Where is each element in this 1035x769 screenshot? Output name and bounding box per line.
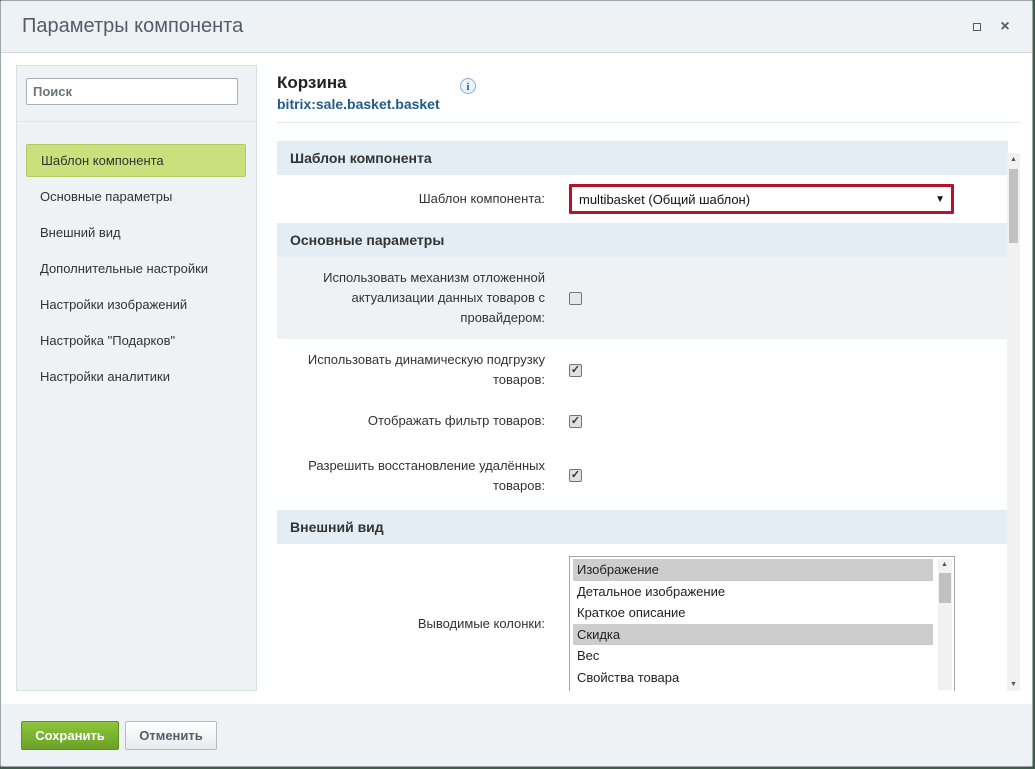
field-label: Шаблон компонента: xyxy=(418,191,545,206)
content-scrollbar[interactable]: ▲ ▼ xyxy=(1007,153,1020,691)
sidebar-item-analytics[interactable]: Настройки аналитики xyxy=(26,360,246,393)
list-option-detail-image[interactable]: Детальное изображение xyxy=(573,581,933,603)
chevron-down-icon: ▼ xyxy=(935,193,945,205)
save-button[interactable]: Сохранить xyxy=(21,721,119,750)
show-filter-checkbox[interactable]: ✓ xyxy=(569,414,582,428)
header-divider xyxy=(277,122,1020,123)
sidebar-item-additional[interactable]: Дополнительные настройки xyxy=(26,252,246,285)
listbox-scroll-thumb[interactable] xyxy=(939,573,951,603)
sidebar-item-appearance[interactable]: Внешний вид xyxy=(26,216,246,249)
section-header-template: Шаблон компонента xyxy=(277,141,1008,175)
sidebar-item-gifts[interactable]: Настройка "Подарков" xyxy=(26,324,246,357)
close-icon: × xyxy=(1000,18,1010,35)
dialog-title: Параметры компонента xyxy=(22,15,244,37)
field-label: Отображать фильтр товаров: xyxy=(367,413,545,428)
section-header-appearance: Внешний вид xyxy=(277,510,1008,544)
restore-deleted-checkbox[interactable]: ✓ xyxy=(569,469,582,482)
list-option-image[interactable]: Изображение xyxy=(573,559,933,581)
check-icon: ✓ xyxy=(570,469,581,481)
sidebar-nav: Шаблон компонента Основные параметры Вне… xyxy=(26,144,246,396)
field-label: Использовать динамическую подгрузку това… xyxy=(307,352,545,387)
select-value: multibasket (Общий шаблон) xyxy=(579,191,751,207)
dialog-titlebar: Параметры компонента × xyxy=(1,1,1032,53)
field-row-deferred-update: Использовать механизм отложенной актуали… xyxy=(277,257,1008,339)
sidebar-divider xyxy=(17,121,256,122)
component-settings-dialog: Параметры компонента × Шаблон компонента… xyxy=(0,0,1033,767)
maximize-icon xyxy=(973,23,981,31)
field-row-dynamic-load: Использовать динамическую подгрузку това… xyxy=(277,339,1008,401)
content-scroll-thumb[interactable] xyxy=(1009,169,1018,243)
scroll-up-icon: ▲ xyxy=(941,561,948,568)
dialog-footer: Сохранить Отменить xyxy=(1,704,1032,766)
scroll-down-icon: ▼ xyxy=(1010,681,1017,688)
dynamic-load-checkbox[interactable]: ✓ xyxy=(569,363,582,377)
field-label: Использовать механизм отложенной актуали… xyxy=(323,270,545,325)
field-row-show-filter: Отображать фильтр товаров: ✓ xyxy=(277,401,1008,441)
scroll-up-icon: ▲ xyxy=(1010,156,1017,163)
field-row-template: Шаблон компонента: multibasket (Общий ша… xyxy=(277,175,1008,223)
maximize-button[interactable] xyxy=(969,19,985,35)
close-button[interactable]: × xyxy=(997,19,1013,35)
deferred-update-checkbox[interactable] xyxy=(569,291,582,305)
settings-form: Шаблон компонента Шаблон компонента: mul… xyxy=(277,141,1008,691)
dialog-body: Шаблон компонента Основные параметры Вне… xyxy=(1,53,1032,704)
list-option-preview-text[interactable]: Краткое описание xyxy=(573,602,933,624)
sidebar-item-template[interactable]: Шаблон компонента xyxy=(26,144,246,177)
info-icon[interactable]: i xyxy=(460,78,476,94)
listbox-scrollbar[interactable]: ▲ xyxy=(938,559,952,690)
check-icon: ✓ xyxy=(570,414,581,427)
component-code: bitrix:sale.basket.basket xyxy=(277,96,440,112)
field-row-restore-deleted: Разрешить восстановление удалённых товар… xyxy=(277,441,1008,510)
sidebar-item-images[interactable]: Настройки изображений xyxy=(26,288,246,321)
component-title: Корзина xyxy=(277,73,347,92)
list-option-weight[interactable]: Вес xyxy=(573,645,933,667)
list-option-discount[interactable]: Скидка xyxy=(573,623,933,645)
template-select[interactable]: multibasket (Общий шаблон) ▼ xyxy=(569,184,954,214)
search-input[interactable] xyxy=(26,78,238,105)
field-label: Разрешить восстановление удалённых товар… xyxy=(308,457,545,493)
content-panel: Корзина i bitrix:sale.basket.basket Шабл… xyxy=(277,65,1020,691)
field-label: Выводимые колонки: xyxy=(417,616,545,631)
cancel-button[interactable]: Отменить xyxy=(125,721,217,750)
list-option-props[interactable]: Свойства товара xyxy=(573,667,933,689)
section-header-main: Основные параметры xyxy=(277,223,1008,257)
sidebar: Шаблон компонента Основные параметры Вне… xyxy=(16,65,257,691)
sidebar-item-main-params[interactable]: Основные параметры xyxy=(26,180,246,213)
check-icon: ✓ xyxy=(570,363,581,376)
columns-listbox[interactable]: Изображение Детальное изображение Кратко… xyxy=(569,556,955,691)
field-row-columns: Выводимые колонки: Изображение Детальное… xyxy=(277,544,1008,691)
